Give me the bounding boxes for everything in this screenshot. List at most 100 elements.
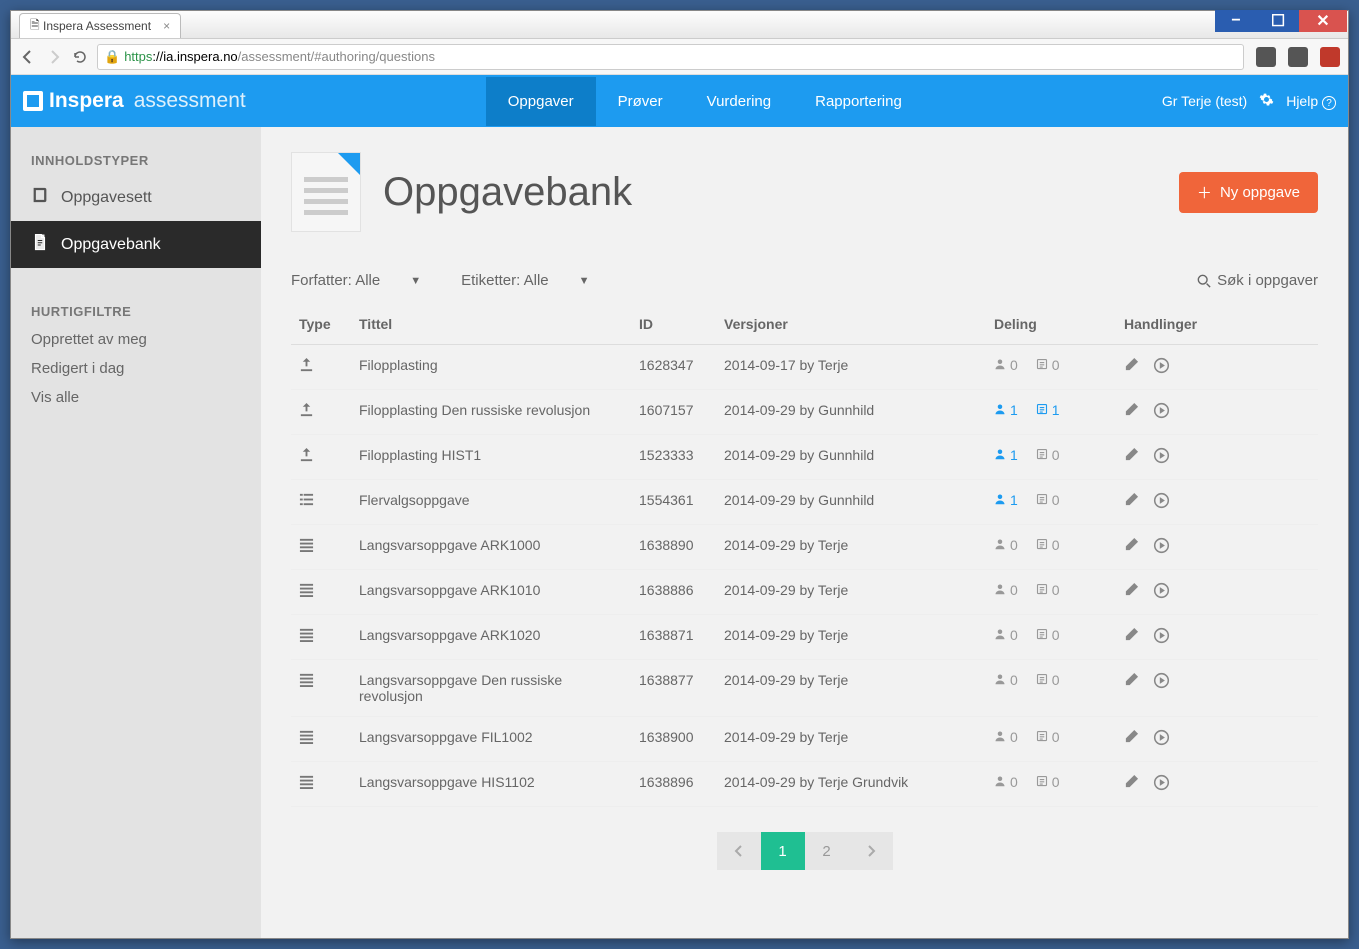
share-users[interactable]: 0 xyxy=(994,672,1018,688)
extension-icon[interactable] xyxy=(1256,47,1276,67)
edit-button[interactable] xyxy=(1124,627,1139,647)
page-number[interactable]: 1 xyxy=(761,832,805,870)
share-users[interactable]: 0 xyxy=(994,627,1018,643)
table-row[interactable]: Filopplasting HIST115233332014-09-29 by … xyxy=(291,435,1318,480)
sidebar-item-oppgavesett[interactable]: Oppgavesett xyxy=(11,174,261,221)
share-users[interactable]: 1 xyxy=(994,402,1018,418)
share-users[interactable]: 1 xyxy=(994,492,1018,508)
book-icon xyxy=(31,186,49,209)
share-tests[interactable]: 0 xyxy=(1036,729,1060,745)
share-users[interactable]: 0 xyxy=(994,774,1018,790)
quickfilter[interactable]: Opprettet av meg xyxy=(11,325,261,354)
browser-tab[interactable]: 🗎 Inspera Assessment × xyxy=(19,13,181,38)
type-icon xyxy=(299,776,314,792)
type-cell xyxy=(291,345,351,390)
edit-button[interactable] xyxy=(1124,492,1139,512)
page-number[interactable]: 2 xyxy=(805,832,849,870)
share-users[interactable]: 0 xyxy=(994,582,1018,598)
tab-close-icon[interactable]: × xyxy=(163,19,170,33)
back-button[interactable] xyxy=(19,48,37,66)
share-tests[interactable]: 1 xyxy=(1036,402,1060,418)
preview-button[interactable] xyxy=(1153,357,1170,377)
share-cell: 0 0 xyxy=(986,762,1116,807)
window-maximize-button[interactable]: ☐ xyxy=(1257,10,1299,32)
table-row[interactable]: Filopplasting Den russiske revolusjon160… xyxy=(291,390,1318,435)
page-next[interactable] xyxy=(849,832,893,870)
edit-button[interactable] xyxy=(1124,729,1139,749)
forward-button[interactable] xyxy=(45,48,63,66)
labels-filter[interactable]: Etiketter: Alle ▼ xyxy=(461,272,589,289)
share-tests[interactable]: 0 xyxy=(1036,357,1060,373)
type-cell xyxy=(291,660,351,717)
table-row[interactable]: Flervalgsoppgave15543612014-09-29 by Gun… xyxy=(291,480,1318,525)
edit-button[interactable] xyxy=(1124,672,1139,692)
table-row[interactable]: Langsvarsoppgave ARK100016388902014-09-2… xyxy=(291,525,1318,570)
nav-tab-vurdering[interactable]: Vurdering xyxy=(685,77,793,126)
edit-button[interactable] xyxy=(1124,537,1139,557)
preview-button[interactable] xyxy=(1153,402,1170,422)
preview-button[interactable] xyxy=(1153,672,1170,692)
column-header[interactable]: Tittel xyxy=(351,304,631,345)
app-header: Insperaassessment OppgaverPrøverVurderin… xyxy=(11,75,1348,127)
nav-tab-prøver[interactable]: Prøver xyxy=(596,77,685,126)
extension-icon[interactable] xyxy=(1288,47,1308,67)
edit-button[interactable] xyxy=(1124,447,1139,467)
column-header[interactable]: Handlinger xyxy=(1116,304,1318,345)
window-minimize-button[interactable]: − xyxy=(1215,10,1257,32)
reload-button[interactable] xyxy=(71,48,89,66)
column-header[interactable]: ID xyxy=(631,304,716,345)
share-tests[interactable]: 0 xyxy=(1036,774,1060,790)
share-tests[interactable]: 0 xyxy=(1036,447,1060,463)
preview-button[interactable] xyxy=(1153,774,1170,794)
brand-logo[interactable]: Insperaassessment xyxy=(23,89,246,113)
table-row[interactable]: Langsvarsoppgave ARK101016388862014-09-2… xyxy=(291,570,1318,615)
user-icon xyxy=(994,447,1006,463)
share-users[interactable]: 1 xyxy=(994,447,1018,463)
table-row[interactable]: Filopplasting16283472014-09-17 by Terje … xyxy=(291,345,1318,390)
nav-tab-oppgaver[interactable]: Oppgaver xyxy=(486,77,596,126)
preview-button[interactable] xyxy=(1153,447,1170,467)
type-icon xyxy=(299,404,314,420)
help-link[interactable]: Hjelp ? xyxy=(1286,93,1336,110)
share-users[interactable]: 0 xyxy=(994,729,1018,745)
nav-tab-rapportering[interactable]: Rapportering xyxy=(793,77,924,126)
preview-button[interactable] xyxy=(1153,582,1170,602)
share-users[interactable]: 0 xyxy=(994,357,1018,373)
share-tests[interactable]: 0 xyxy=(1036,627,1060,643)
share-tests[interactable]: 0 xyxy=(1036,672,1060,688)
preview-button[interactable] xyxy=(1153,492,1170,512)
preview-button[interactable] xyxy=(1153,537,1170,557)
table-row[interactable]: Langsvarsoppgave ARK102016388712014-09-2… xyxy=(291,615,1318,660)
column-header[interactable]: Deling xyxy=(986,304,1116,345)
preview-button[interactable] xyxy=(1153,729,1170,749)
author-filter[interactable]: Forfatter: Alle ▼ xyxy=(291,272,421,289)
search-icon xyxy=(1197,274,1211,288)
table-row[interactable]: Langsvarsoppgave Den russiske revolusjon… xyxy=(291,660,1318,717)
quickfilter[interactable]: Vis alle xyxy=(11,383,261,412)
address-bar[interactable]: 🔒 https://ia.inspera.no/assessment/#auth… xyxy=(97,44,1244,70)
user-name[interactable]: Gr Terje (test) xyxy=(1162,93,1247,109)
edit-button[interactable] xyxy=(1124,774,1139,794)
edit-button[interactable] xyxy=(1124,357,1139,377)
edit-button[interactable] xyxy=(1124,582,1139,602)
page-prev[interactable] xyxy=(717,832,761,870)
extension-icon[interactable] xyxy=(1320,47,1340,67)
new-question-button[interactable]: ＋ Ny oppgave xyxy=(1179,172,1318,213)
table-row[interactable]: Langsvarsoppgave HIS110216388962014-09-2… xyxy=(291,762,1318,807)
sidebar-item-oppgavebank[interactable]: Oppgavebank xyxy=(11,221,261,268)
table-row[interactable]: Langsvarsoppgave FIL100216389002014-09-2… xyxy=(291,717,1318,762)
edit-button[interactable] xyxy=(1124,402,1139,422)
share-tests[interactable]: 0 xyxy=(1036,492,1060,508)
share-tests[interactable]: 0 xyxy=(1036,537,1060,553)
column-header[interactable]: Type xyxy=(291,304,351,345)
quickfilter[interactable]: Redigert i dag xyxy=(11,354,261,383)
search-questions[interactable]: Søk i oppgaver xyxy=(1197,272,1318,289)
type-icon xyxy=(299,629,314,645)
settings-icon[interactable] xyxy=(1259,92,1274,110)
user-icon xyxy=(994,537,1006,553)
share-tests[interactable]: 0 xyxy=(1036,582,1060,598)
window-close-button[interactable]: ✕ xyxy=(1299,10,1347,32)
share-users[interactable]: 0 xyxy=(994,537,1018,553)
column-header[interactable]: Versjoner xyxy=(716,304,986,345)
preview-button[interactable] xyxy=(1153,627,1170,647)
